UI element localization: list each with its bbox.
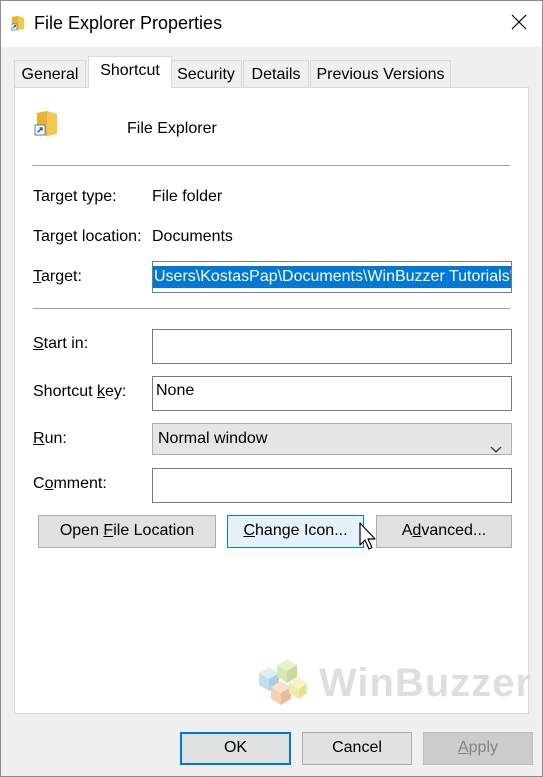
shortcut-panel: File Explorer Target type: File folder T… (14, 87, 533, 714)
properties-dialog: File Explorer Properties General Shortcu… (0, 0, 543, 777)
cancel-button[interactable]: Cancel (302, 732, 412, 765)
comment-input[interactable] (152, 468, 512, 503)
run-select[interactable]: Normal window (152, 423, 512, 455)
tab-shortcut[interactable]: Shortcut (88, 56, 172, 88)
target-selected-text: Users\KostasPap\Documents\WinBuzzer Tuto… (153, 266, 511, 288)
change-icon-button[interactable]: Change Icon... (227, 515, 364, 548)
target-input[interactable]: Users\KostasPap\Documents\WinBuzzer Tuto… (152, 261, 512, 293)
advanced-button[interactable]: Advanced... (376, 515, 512, 548)
winbuzzer-watermark: WinBuzzer (249, 653, 533, 714)
open-file-location-button[interactable]: Open File Location (38, 515, 216, 548)
tab-general[interactable]: General (14, 60, 86, 87)
title-bar: File Explorer Properties (1, 1, 542, 47)
tab-security[interactable]: Security (170, 60, 242, 87)
winbuzzer-logo-icon (249, 653, 309, 714)
shortcut-name: File Explorer (127, 120, 217, 137)
close-button[interactable] (496, 1, 542, 47)
mouse-cursor-icon (359, 522, 379, 557)
folder-shortcut-icon (10, 15, 25, 31)
run-select-value: Normal window (158, 430, 268, 447)
file-explorer-icon (33, 109, 59, 139)
shortcut-key-label: Shortcut key: (33, 383, 127, 400)
target-type-value: File folder (152, 188, 223, 205)
window-title: File Explorer Properties (34, 13, 223, 33)
apply-button[interactable]: Apply (423, 732, 533, 765)
close-icon (511, 14, 527, 35)
comment-label: Comment: (33, 475, 107, 492)
start-in-input[interactable] (152, 329, 512, 364)
tab-details[interactable]: Details (243, 60, 309, 87)
chevron-down-icon (490, 435, 502, 465)
divider (33, 165, 510, 166)
ok-button[interactable]: OK (180, 732, 291, 765)
target-location-value: Documents (152, 228, 233, 245)
tab-previous-versions[interactable]: Previous Versions (310, 60, 451, 87)
target-type-label: Target type: (33, 188, 117, 205)
shortcut-key-input[interactable]: None (152, 376, 512, 411)
target-location-label: Target location: (33, 228, 142, 245)
target-label: Target: (33, 268, 82, 285)
run-label: Run: (33, 430, 67, 447)
start-in-label: Start in: (33, 335, 89, 352)
divider (33, 308, 510, 309)
watermark-text: WinBuzzer (319, 661, 533, 705)
